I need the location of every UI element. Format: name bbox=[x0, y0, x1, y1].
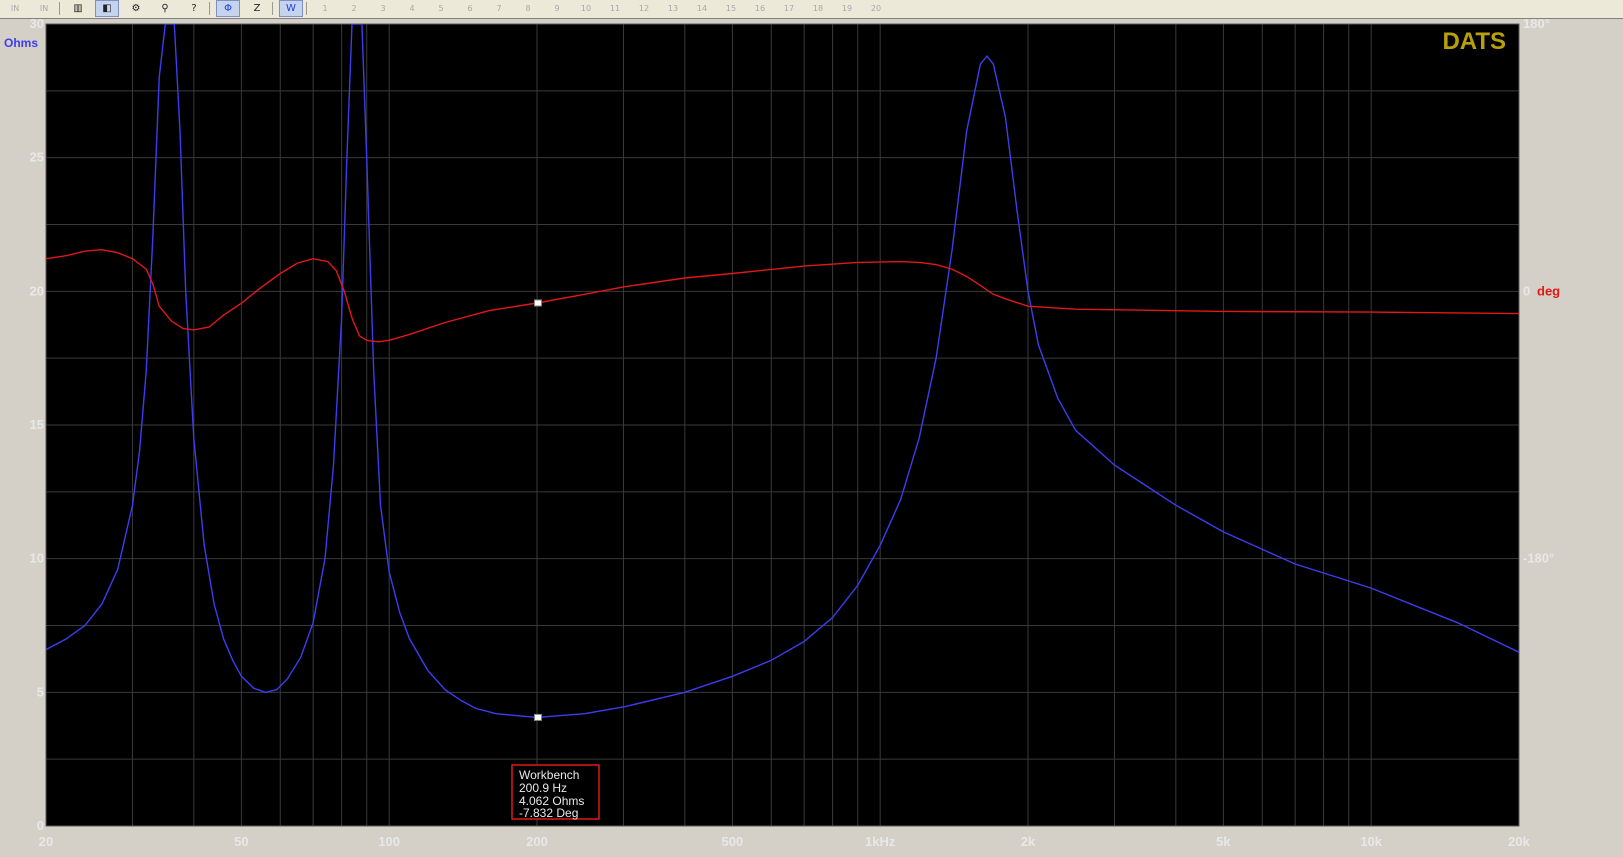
y2-tick-label: 0 bbox=[1523, 283, 1530, 298]
marker-degrees: -7.832 Deg bbox=[519, 806, 578, 820]
brand-label: DATS bbox=[1442, 28, 1506, 55]
x-tick-label: 1kHz bbox=[865, 834, 896, 849]
x-tick-label: 10k bbox=[1360, 834, 1382, 849]
x-tick-label: 50 bbox=[234, 834, 248, 849]
y-tick-label: 0 bbox=[37, 818, 44, 833]
y-tick-label: 25 bbox=[30, 150, 44, 165]
impedance-marker-point[interactable] bbox=[533, 713, 542, 721]
y-unit-label: Ohms bbox=[4, 36, 38, 50]
marker-frequency: 200.9 Hz bbox=[519, 781, 567, 795]
y-tick-label: 15 bbox=[30, 417, 44, 432]
cursor-marker: Workbench 200.9 Hz 4.062 Ohms -7.832 Deg bbox=[511, 764, 600, 820]
impedance-chart: 0 5 10 15 20 25 30 20 50 100 200 500 1kHz 2k 5k 10k 20k 1… bbox=[4, 16, 1560, 849]
x-tick-label: 200 bbox=[526, 834, 548, 849]
y2-tick-label: 180° bbox=[1523, 16, 1550, 31]
y-tick-label: 20 bbox=[30, 283, 44, 298]
y-tick-label: 5 bbox=[37, 684, 44, 699]
y-tick-label: 30 bbox=[30, 16, 44, 31]
x-tick-label: 500 bbox=[722, 834, 744, 849]
y2-unit-label: deg bbox=[1537, 283, 1560, 298]
marker-title: Workbench bbox=[519, 768, 579, 782]
x-tick-label: 5k bbox=[1216, 834, 1231, 849]
x-tick-label: 2k bbox=[1021, 834, 1036, 849]
x-tick-label: 100 bbox=[378, 834, 400, 849]
y2-tick-label: -180° bbox=[1523, 551, 1554, 566]
phase-marker-point[interactable] bbox=[533, 299, 542, 307]
y-tick-label: 10 bbox=[30, 551, 44, 566]
x-tick-label: 20 bbox=[39, 834, 53, 849]
x-tick-label: 20k bbox=[1508, 834, 1530, 849]
